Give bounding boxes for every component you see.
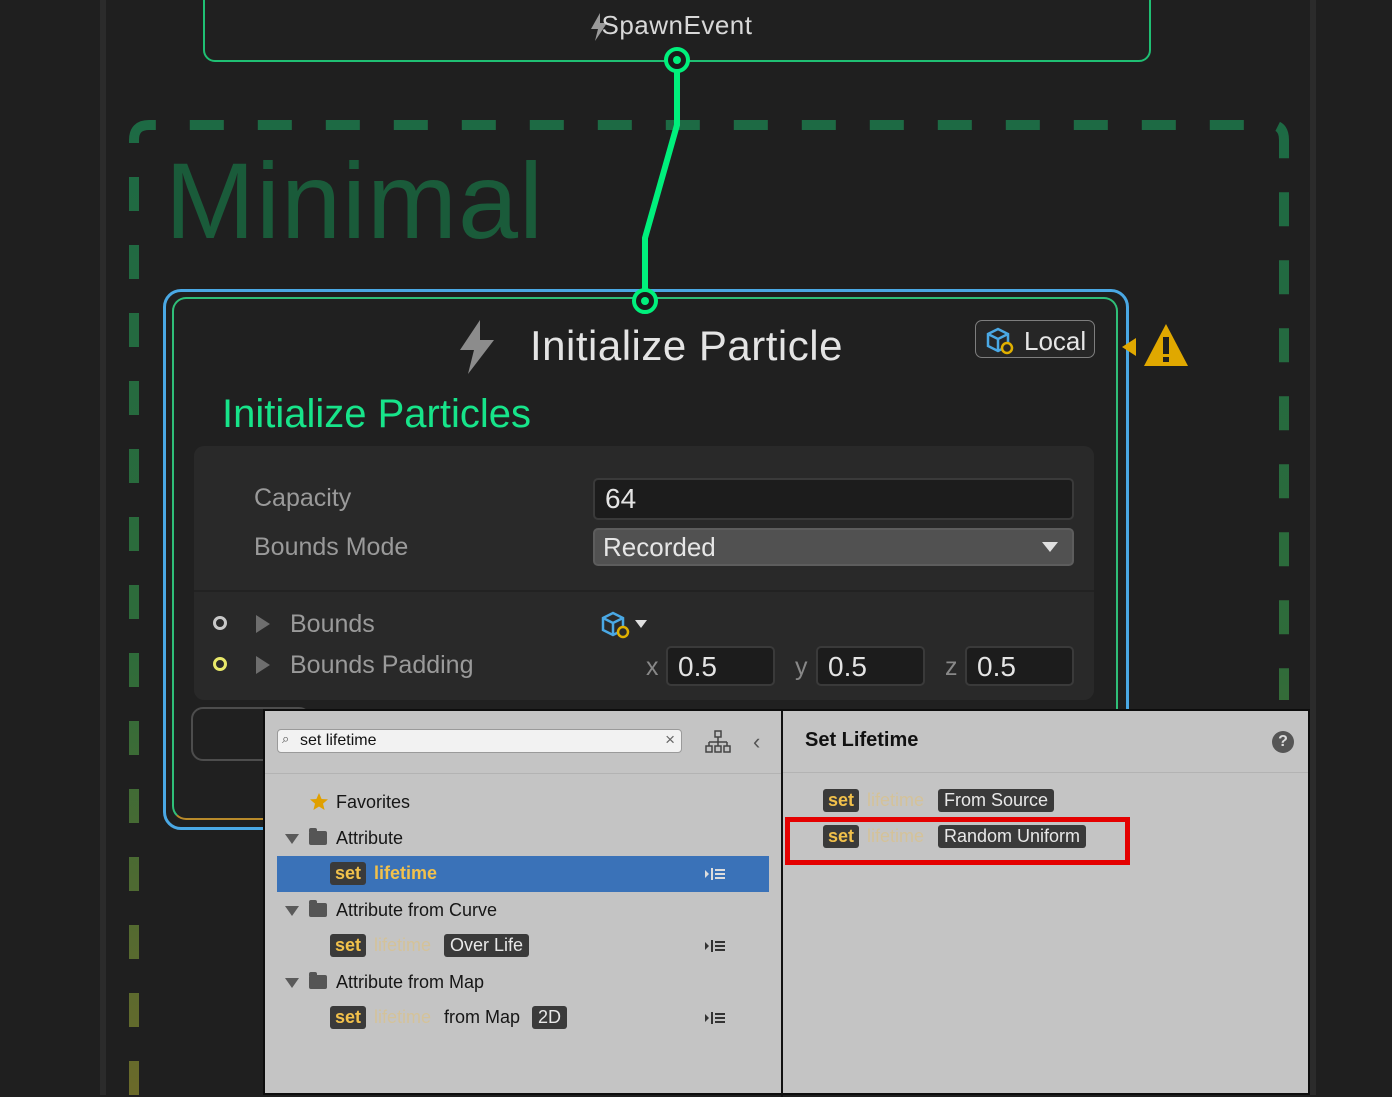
z-axis-label: z xyxy=(945,653,958,681)
expand-arrow-icon[interactable] xyxy=(256,615,270,633)
from-map-text: from Map xyxy=(444,1007,521,1027)
search-input[interactable]: ⌕ set lifetime × xyxy=(277,729,682,753)
category-attribute-from-map[interactable]: Attribute from Map xyxy=(336,972,484,993)
dimension-tag: 2D xyxy=(532,1006,568,1029)
highlight-box xyxy=(785,817,1130,865)
hierarchy-icon[interactable] xyxy=(705,729,731,755)
y-value-field[interactable]: 0.5 xyxy=(816,646,925,686)
clear-search-icon[interactable]: × xyxy=(665,730,675,750)
collapse-arrow-icon[interactable] xyxy=(285,906,299,916)
bounds-mode-value: Recorded xyxy=(603,532,716,562)
category-attribute-from-curve[interactable]: Attribute from Curve xyxy=(336,900,497,921)
block-title[interactable]: Initialize Particles xyxy=(222,392,531,437)
folder-icon xyxy=(309,972,327,989)
search-query: set lifetime xyxy=(300,732,377,749)
group-title[interactable]: Minimal xyxy=(165,138,544,263)
attribute-name: lifetime xyxy=(374,935,432,955)
set-tag: set xyxy=(330,862,367,885)
attribute-name: lifetime xyxy=(374,1007,432,1027)
z-value-field[interactable]: 0.5 xyxy=(965,646,1074,686)
header-separator xyxy=(265,773,781,774)
spawn-output-port[interactable] xyxy=(662,45,692,75)
bolt-icon xyxy=(460,320,494,374)
favorites-item[interactable]: Favorites xyxy=(336,792,410,813)
flow-link xyxy=(642,60,680,300)
local-space-icon xyxy=(986,327,1014,355)
bounds-padding-label: Bounds Padding xyxy=(290,651,474,679)
operation-tag: Over Life xyxy=(444,934,530,957)
bounds-input-port[interactable] xyxy=(213,616,227,630)
node-search-popup: ⌕ set lifetime × ‹ Favorites Attribute s… xyxy=(263,709,1310,1097)
preview-icon[interactable] xyxy=(704,938,726,954)
warning-icon[interactable] xyxy=(1122,322,1192,372)
folder-icon xyxy=(309,828,327,845)
y-axis-label: y xyxy=(795,653,808,681)
list-item[interactable]: set lifetime from Map 2D xyxy=(277,1000,769,1036)
x-value-field[interactable]: 0.5 xyxy=(666,646,775,686)
bounds-mode-label: Bounds Mode xyxy=(254,533,409,561)
capacity-field[interactable]: 64 xyxy=(593,478,1074,520)
space-toggle-button[interactable]: Local xyxy=(975,320,1095,358)
bounds-mode-dropdown[interactable]: Recorded xyxy=(593,528,1074,566)
bounds-space-icon[interactable] xyxy=(600,610,652,642)
variant-from-source[interactable]: set lifetime From Source xyxy=(823,789,1123,819)
search-results-panel: ⌕ set lifetime × ‹ Favorites Attribute s… xyxy=(265,711,783,1097)
set-tag: set xyxy=(330,1006,367,1029)
variant-tag: From Source xyxy=(938,789,1055,812)
init-node-title: Initialize Particle xyxy=(530,322,843,369)
attribute-name: lifetime xyxy=(374,863,438,883)
attribute-name: lifetime xyxy=(867,790,925,810)
expand-arrow-icon[interactable] xyxy=(256,656,270,674)
details-title: Set Lifetime xyxy=(805,729,919,751)
block-divider xyxy=(194,590,1094,592)
help-icon[interactable]: ? xyxy=(1272,731,1294,753)
init-input-port[interactable] xyxy=(630,286,660,316)
collapse-details-icon[interactable]: ‹ xyxy=(753,729,760,755)
bounds-padding-input-port[interactable] xyxy=(213,657,227,671)
preview-icon[interactable] xyxy=(704,866,726,882)
star-icon xyxy=(310,793,328,810)
list-item-selected[interactable]: set lifetime xyxy=(277,856,769,892)
category-attribute[interactable]: Attribute xyxy=(336,828,403,849)
list-item[interactable]: set lifetime Over Life xyxy=(277,928,769,964)
capacity-label: Capacity xyxy=(254,484,352,512)
set-tag: set xyxy=(823,789,860,812)
folder-icon xyxy=(309,900,327,917)
collapse-arrow-icon[interactable] xyxy=(285,834,299,844)
set-tag: set xyxy=(330,934,367,957)
x-axis-label: x xyxy=(646,653,659,681)
search-icon: ⌕ xyxy=(282,731,290,746)
collapse-arrow-icon[interactable] xyxy=(285,978,299,988)
spawn-event-title: SpawnEvent xyxy=(601,10,753,40)
space-toggle-label: Local xyxy=(1024,326,1087,356)
chevron-down-icon xyxy=(1042,542,1058,552)
details-separator xyxy=(783,772,1308,773)
preview-icon[interactable] xyxy=(704,1010,726,1026)
bounds-label: Bounds xyxy=(290,610,375,638)
